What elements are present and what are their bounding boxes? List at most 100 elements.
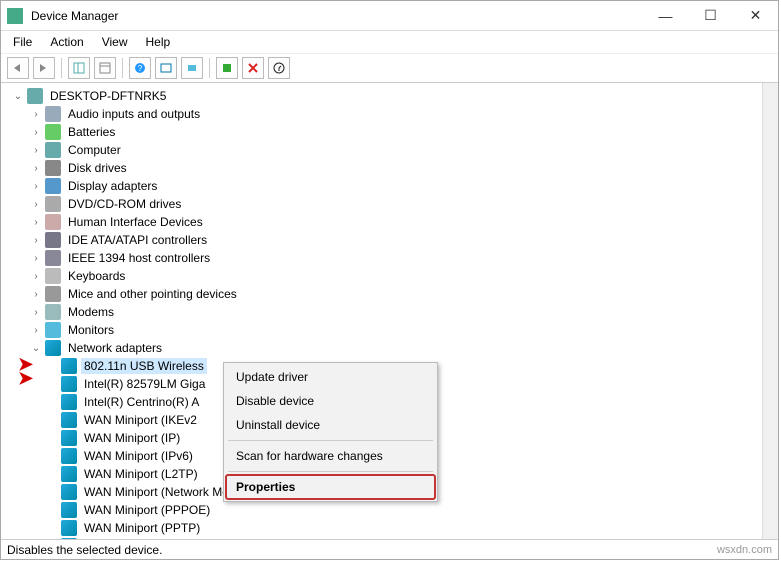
nav-forward-button[interactable] xyxy=(33,57,55,79)
tree-category[interactable]: › Display adapters xyxy=(5,177,762,195)
expander-icon[interactable]: › xyxy=(29,215,43,229)
expander-icon[interactable]: › xyxy=(29,143,43,157)
context-menu-disable-device[interactable]: Disable device xyxy=(226,389,435,413)
maximize-button[interactable]: ☐ xyxy=(688,2,733,30)
network-adapter-icon xyxy=(61,484,77,500)
tree-category[interactable]: ›Batteries xyxy=(5,123,762,141)
tree-category[interactable]: › Modems xyxy=(5,303,762,321)
tree-category[interactable]: › IDE ATA/ATAPI controllers xyxy=(5,231,762,249)
network-adapter-icon xyxy=(61,448,77,464)
expander-icon[interactable]: › xyxy=(29,179,43,193)
expander-icon[interactable]: › xyxy=(29,305,43,319)
computer-icon xyxy=(27,88,43,104)
network-adapter-icon xyxy=(61,394,77,410)
tree-category-label: IDE ATA/ATAPI controllers xyxy=(65,232,210,248)
tree-root-label: DESKTOP-DFTNRK5 xyxy=(47,88,169,104)
expander-icon[interactable]: › xyxy=(29,161,43,175)
titlebar[interactable]: Device Manager — ☐ ✕ xyxy=(1,1,778,31)
context-menu: Update driver Disable device Uninstall d… xyxy=(223,362,438,502)
context-menu-scan-hardware[interactable]: Scan for hardware changes xyxy=(226,444,435,468)
audio-icon xyxy=(45,106,61,122)
update-driver-button[interactable] xyxy=(216,57,238,79)
annotation-arrow-icon: ➤➤ xyxy=(18,357,33,385)
toolbar-separator xyxy=(122,58,123,78)
tree-category-label: DVD/CD-ROM drives xyxy=(65,196,184,212)
tree-category-label: Audio inputs and outputs xyxy=(65,106,203,122)
ieee-icon xyxy=(45,250,61,266)
expander-icon[interactable]: › xyxy=(29,125,43,139)
network-adapter-icon xyxy=(61,502,77,518)
tree-category-label: Modems xyxy=(65,304,117,320)
tree-category[interactable]: › DVD/CD-ROM drives xyxy=(5,195,762,213)
expander-icon[interactable]: › xyxy=(29,197,43,211)
tree-category[interactable]: › Keyboards xyxy=(5,267,762,285)
add-legacy-hardware-button[interactable] xyxy=(181,57,203,79)
tree-category[interactable]: › Audio inputs and outputs xyxy=(5,105,762,123)
expander-icon[interactable]: › xyxy=(29,107,43,121)
tree-device-label: WAN Miniport (PPTP) xyxy=(81,520,203,536)
menu-action[interactable]: Action xyxy=(42,33,91,51)
expander-icon[interactable]: › xyxy=(29,233,43,247)
expander-icon[interactable]: › xyxy=(29,287,43,301)
scan-hardware-button[interactable] xyxy=(155,57,177,79)
network-adapter-icon xyxy=(61,376,77,392)
tree-category[interactable]: ›Monitors xyxy=(5,321,762,339)
expander-icon[interactable]: › xyxy=(29,251,43,265)
tree-device-label: WAN Miniport (IP) xyxy=(81,430,183,446)
help-button[interactable]: ? xyxy=(129,57,151,79)
tree-category[interactable]: ›Human Interface Devices xyxy=(5,213,762,231)
menu-file[interactable]: File xyxy=(5,33,40,51)
menu-view[interactable]: View xyxy=(94,33,136,51)
tree-category[interactable]: ›Disk drives xyxy=(5,159,762,177)
menu-help[interactable]: Help xyxy=(138,33,179,51)
statusbar-text: Disables the selected device. xyxy=(7,543,162,557)
dvd-icon xyxy=(45,196,61,212)
tree-category-label: IEEE 1394 host controllers xyxy=(65,250,213,266)
network-adapter-icon xyxy=(61,538,77,539)
tree-device-label: Intel(R) Centrino(R) A xyxy=(81,394,202,410)
uninstall-device-button[interactable] xyxy=(242,57,264,79)
tree-device[interactable]: WAN Miniport (PPTP) xyxy=(5,519,762,537)
context-menu-separator xyxy=(228,471,433,472)
tree-device-label: WAN Miniport (SSTP) xyxy=(81,538,203,539)
tree-root[interactable]: ⌄ DESKTOP-DFTNRK5 xyxy=(5,87,762,105)
svg-text:?: ? xyxy=(138,64,143,73)
nav-back-button[interactable] xyxy=(7,57,29,79)
expander-icon[interactable]: › xyxy=(29,269,43,283)
toolbar: ? xyxy=(1,53,778,83)
context-menu-properties[interactable]: Properties xyxy=(226,475,435,499)
minimize-button[interactable]: — xyxy=(643,2,688,30)
tree-category-label: Computer xyxy=(65,142,124,158)
show-hide-console-tree-button[interactable] xyxy=(68,57,90,79)
network-adapter-icon xyxy=(61,412,77,428)
tree-category-label: Display adapters xyxy=(65,178,160,194)
close-button[interactable]: ✕ xyxy=(733,2,778,30)
disable-device-button[interactable] xyxy=(268,57,290,79)
tree-category[interactable]: › IEEE 1394 host controllers xyxy=(5,249,762,267)
tree-category[interactable]: › Computer xyxy=(5,141,762,159)
tree-device-label: WAN Miniport (PPPOE) xyxy=(81,502,213,518)
tree-device-label: 802.11n USB Wireless xyxy=(81,358,207,374)
menubar: File Action View Help xyxy=(1,31,778,53)
toolbar-separator xyxy=(209,58,210,78)
context-menu-update-driver[interactable]: Update driver xyxy=(226,365,435,389)
network-adapter-icon xyxy=(61,430,77,446)
network-adapter-icon xyxy=(61,358,77,374)
tree-category-label: Keyboards xyxy=(65,268,128,284)
tree-device-label: WAN Miniport (L2TP) xyxy=(81,466,201,482)
ide-icon xyxy=(45,232,61,248)
tree-device[interactable]: WAN Miniport (SSTP) xyxy=(5,537,762,539)
tree-category[interactable]: ›Mice and other pointing devices xyxy=(5,285,762,303)
properties-button[interactable] xyxy=(94,57,116,79)
statusbar: Disables the selected device. wsxdn.com xyxy=(1,539,778,559)
expander-icon[interactable]: ⌄ xyxy=(11,89,25,103)
expander-icon[interactable]: › xyxy=(29,323,43,337)
tree-category-network[interactable]: ⌄ Network adapters xyxy=(5,339,762,357)
vertical-scrollbar[interactable] xyxy=(762,83,778,539)
context-menu-uninstall-device[interactable]: Uninstall device xyxy=(226,413,435,437)
tree-device-label: Intel(R) 82579LM Giga xyxy=(81,376,208,392)
tree-device-label: WAN Miniport (IKEv2 xyxy=(81,412,200,428)
expander-icon[interactable]: ⌄ xyxy=(29,341,43,355)
toolbar-separator xyxy=(61,58,62,78)
tree-device[interactable]: WAN Miniport (PPPOE) xyxy=(5,501,762,519)
